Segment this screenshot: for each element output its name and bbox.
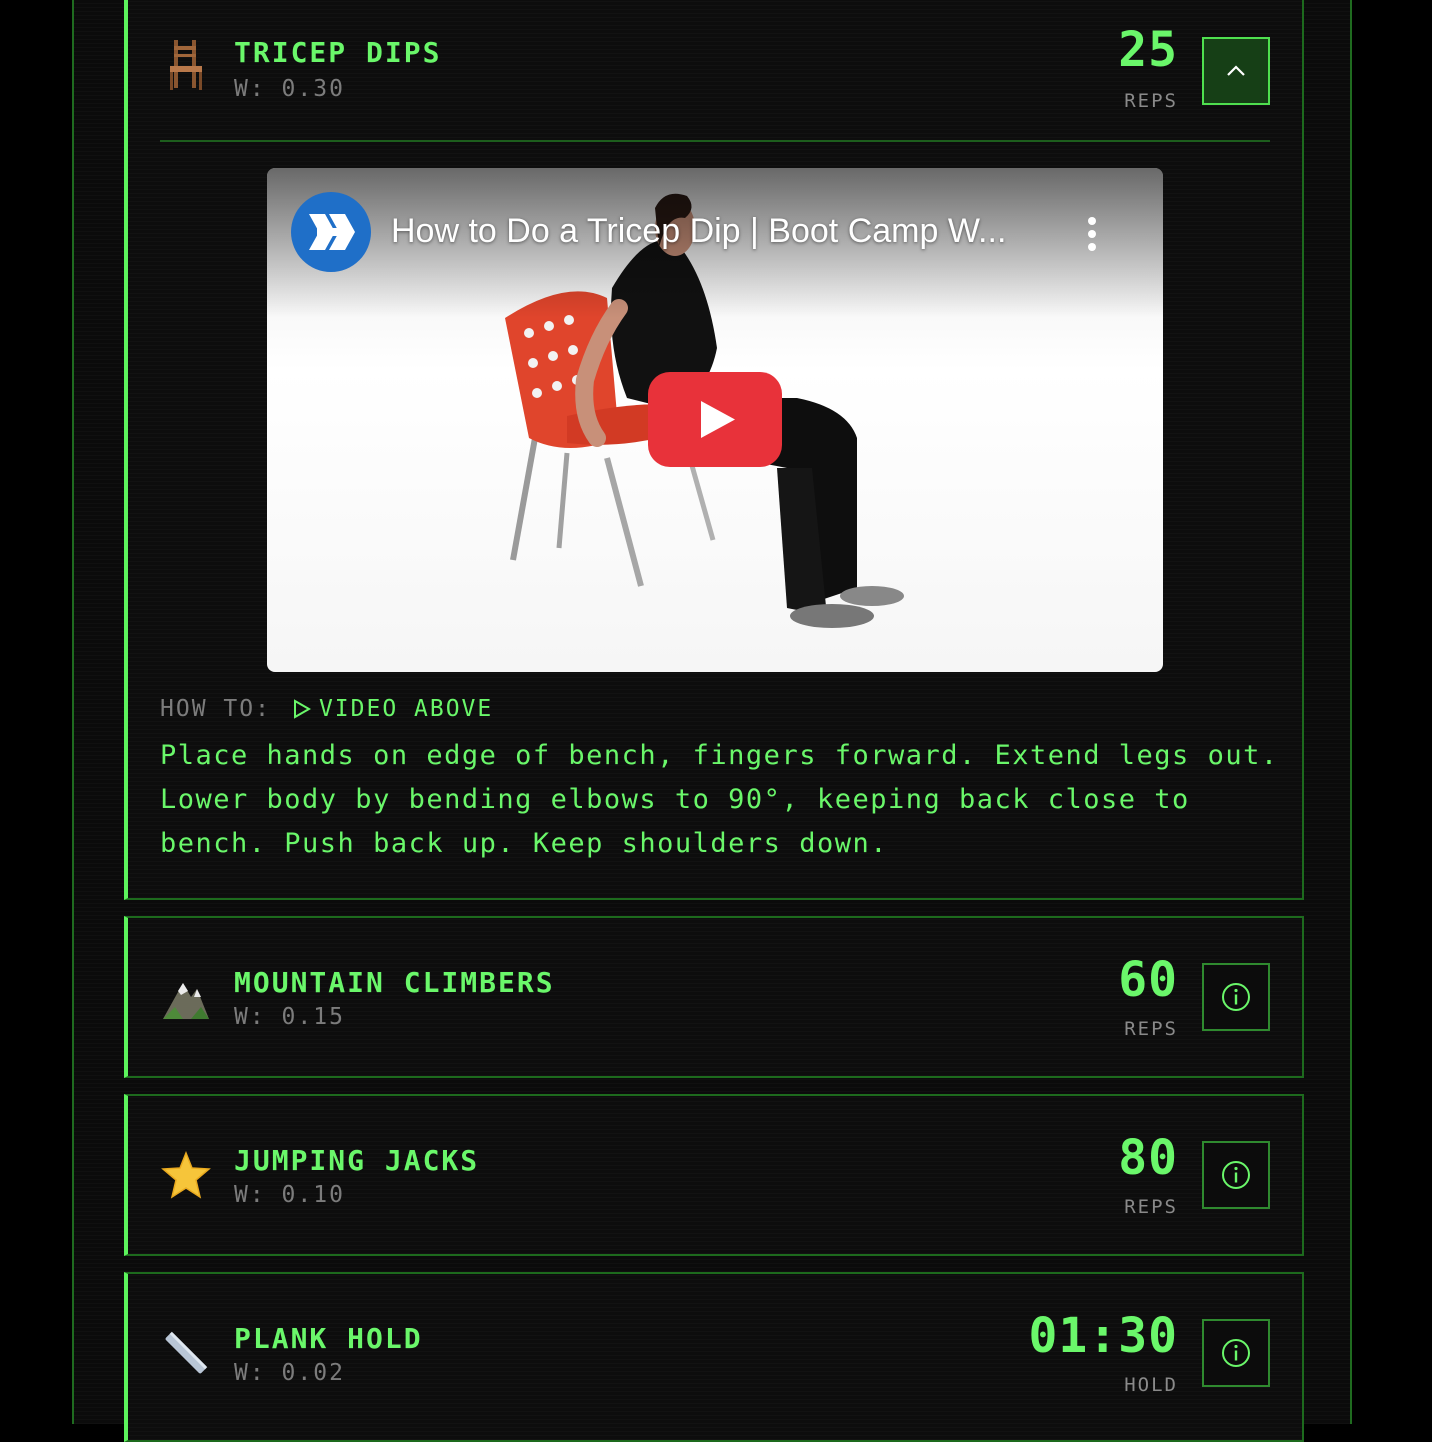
howto-row: HOW TO: VIDEO ABOVE bbox=[160, 696, 493, 722]
chevron-up-icon bbox=[1227, 65, 1245, 76]
info-button[interactable] bbox=[1202, 1319, 1270, 1387]
exercise-title: JUMPING JACKS bbox=[234, 1144, 480, 1177]
divider bbox=[160, 140, 1270, 142]
video-title[interactable]: How to Do a Tricep Dip | Boot Camp W... bbox=[391, 212, 1006, 251]
exercise-weight: W: 0.02 bbox=[234, 1360, 345, 1386]
exercise-weight: W: 0.15 bbox=[234, 1004, 345, 1030]
info-icon bbox=[1222, 1339, 1250, 1367]
exercise-card-mountain-climbers[interactable]: MOUNTAIN CLIMBERS W: 0.15 60 REPS bbox=[124, 916, 1304, 1078]
exercise-unit: REPS bbox=[1124, 1018, 1178, 1040]
exercise-unit: REPS bbox=[1124, 90, 1178, 112]
exercise-card-jumping-jacks[interactable]: JUMPING JACKS W: 0.10 80 REPS bbox=[124, 1094, 1304, 1256]
channel-logo-icon[interactable] bbox=[291, 192, 371, 272]
exercise-unit: HOLD bbox=[1124, 1374, 1178, 1396]
exercise-title: MOUNTAIN CLIMBERS bbox=[234, 966, 555, 999]
workout-list: TRICEP DIPS W: 0.30 25 REPS How to Do a … bbox=[72, 0, 1352, 1442]
exercise-card-plank-hold[interactable]: PLANK HOLD W: 0.02 01:30 HOLD bbox=[124, 1272, 1304, 1442]
collapse-button[interactable] bbox=[1202, 37, 1270, 105]
exercise-count: 01:30 bbox=[1028, 1308, 1178, 1364]
chair-icon bbox=[160, 38, 212, 90]
play-button-icon[interactable] bbox=[648, 372, 782, 467]
howto-label: HOW TO: bbox=[160, 696, 271, 722]
play-outline-icon bbox=[293, 699, 311, 719]
info-button[interactable] bbox=[1202, 963, 1270, 1031]
info-icon bbox=[1222, 1161, 1250, 1189]
video-embed[interactable]: How to Do a Tricep Dip | Boot Camp W... bbox=[267, 168, 1163, 672]
exercise-description: Place hands on edge of bench, fingers fo… bbox=[160, 740, 1279, 859]
mountain-icon bbox=[160, 973, 212, 1025]
exercise-title: PLANK HOLD bbox=[234, 1322, 423, 1355]
plank-icon bbox=[160, 1327, 212, 1379]
exercise-weight: W: 0.30 bbox=[234, 76, 345, 102]
exercise-weight: W: 0.10 bbox=[234, 1182, 345, 1208]
more-options-icon[interactable] bbox=[1087, 216, 1097, 252]
info-button[interactable] bbox=[1202, 1141, 1270, 1209]
info-icon bbox=[1222, 983, 1250, 1011]
exercise-title: TRICEP DIPS bbox=[234, 36, 442, 69]
star-icon bbox=[160, 1149, 212, 1201]
video-above-link[interactable]: VIDEO ABOVE bbox=[319, 696, 493, 722]
exercise-count: 25 bbox=[1118, 22, 1178, 78]
exercise-count: 80 bbox=[1118, 1130, 1178, 1186]
exercise-count: 60 bbox=[1118, 952, 1178, 1008]
exercise-card-tricep-dips: TRICEP DIPS W: 0.30 25 REPS How to Do a … bbox=[124, 0, 1304, 900]
exercise-unit: REPS bbox=[1124, 1196, 1178, 1218]
